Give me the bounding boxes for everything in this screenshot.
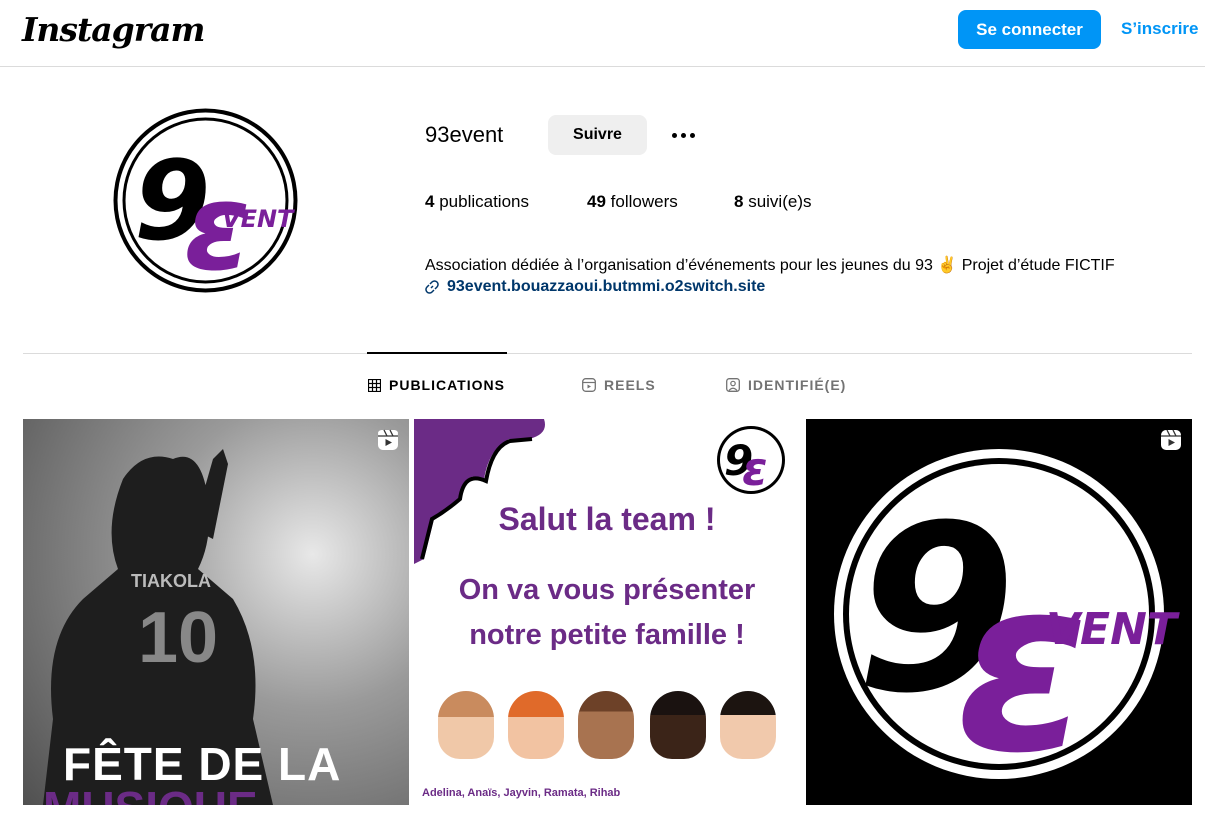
link-icon [425, 280, 439, 294]
svg-text:ε: ε [742, 442, 768, 495]
post-thumbnail-1[interactable]: TIAKOLA 10 FÊTE DE LA MUSIQUE [23, 419, 409, 805]
login-button[interactable]: Se connecter [958, 10, 1101, 49]
svg-text:VENT: VENT [1046, 604, 1180, 655]
tagged-icon [726, 378, 740, 392]
reels-icon [582, 378, 596, 392]
post-1-caption-line2: MUSIQUE [43, 781, 258, 805]
reel-icon [1161, 429, 1181, 450]
post-thumbnail-2[interactable]: 9 ε Salut la team ! On va vous présenter… [414, 419, 800, 805]
jersey-number: 10 [138, 598, 219, 678]
tab-tagged[interactable]: IDENTIFIÉ(E) [726, 377, 846, 393]
reel-icon [378, 429, 398, 450]
instagram-logo[interactable]: Instagram [22, 10, 205, 49]
93event-small-logo: 9 ε [717, 426, 785, 495]
memoji-4 [650, 691, 706, 759]
tab-reels[interactable]: REELS [582, 377, 656, 393]
post-2-subtitle-line2: notre petite famille ! [469, 619, 745, 651]
signup-link[interactable]: S’inscrire [1121, 19, 1199, 39]
memoji-5 [720, 691, 776, 759]
purple-drip-decoration [414, 419, 545, 564]
followers-stat[interactable]: 49 followers [587, 192, 678, 212]
profile-username: 93event [425, 122, 504, 147]
post-2-names: Adelina, Anaïs, Jayvin, Ramata, Rihab [422, 787, 621, 799]
post-thumbnail-3[interactable]: 9 ε VENT [806, 419, 1192, 805]
post-2-title: Salut la team ! [498, 501, 716, 537]
profile-website-link[interactable]: 93event.bouazzaoui.butmmi.o2switch.site [425, 278, 765, 296]
memoji-1 [438, 691, 494, 759]
more-options-icon[interactable] [666, 120, 700, 150]
follow-button[interactable]: Suivre [548, 115, 647, 155]
93event-large-logo: 9 ε VENT [834, 449, 1180, 805]
profile-avatar[interactable]: 9 ε VENT [112, 107, 299, 294]
posts-stat: 4 publications [425, 192, 529, 211]
post-2-subtitle-line1: On va vous présenter [458, 574, 756, 606]
grid-icon [368, 378, 381, 392]
memoji-2 [508, 691, 564, 759]
tab-publications[interactable]: PUBLICATIONS [368, 377, 505, 393]
memoji-3 [578, 691, 634, 759]
svg-text:VENT: VENT [222, 205, 295, 233]
profile-bio: Association dédiée à l’organisation d’év… [425, 257, 1115, 274]
tabs-divider [23, 353, 1192, 354]
svg-text:ε: ε [956, 526, 1090, 805]
jersey-name: TIAKOLA [131, 571, 211, 591]
following-stat[interactable]: 8 suivi(e)s [734, 192, 812, 212]
top-bar: Instagram Se connecter S’inscrire [0, 0, 1205, 67]
active-tab-indicator [367, 352, 507, 354]
website-link-text: 93event.bouazzaoui.butmmi.o2switch.site [447, 278, 766, 295]
